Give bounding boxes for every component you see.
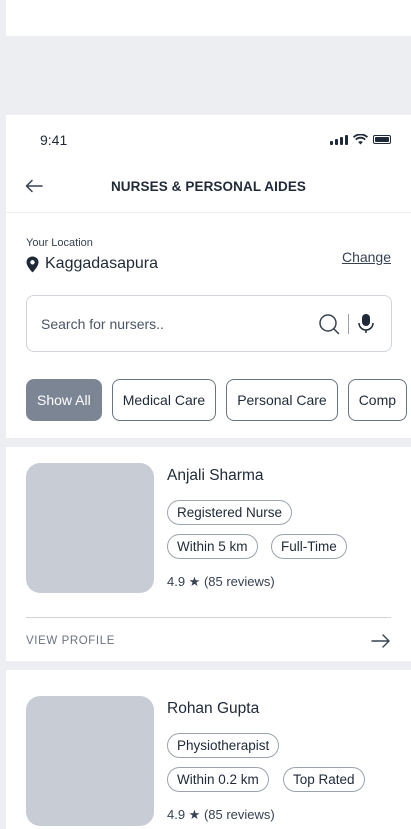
chip-companionship[interactable]: Comp	[347, 379, 408, 421]
chip-medical-care[interactable]: Medical Care	[111, 379, 217, 421]
arrow-right-icon[interactable]	[371, 633, 391, 649]
wifi-icon	[353, 134, 368, 145]
provider-tag: Physiotherapist	[167, 733, 280, 758]
provider-name: Anjali Sharma	[167, 467, 264, 484]
chip-personal-care[interactable]: Personal Care	[226, 379, 338, 421]
filter-chips: Show All Medical Care Personal Care Comp	[26, 379, 408, 421]
provider-card: Rohan Gupta Physiotherapist Within 0.2 k…	[6, 670, 411, 829]
battery-icon	[373, 135, 391, 144]
provider-photo	[26, 463, 154, 593]
location-label: Your Location	[26, 237, 93, 249]
provider-tag: Registered Nurse	[167, 500, 293, 525]
provider-rating: 4.9 ★ (85 reviews)	[167, 807, 275, 822]
provider-tag: Top Rated	[283, 767, 365, 792]
provider-tag: Full-Time	[271, 534, 347, 559]
status-icons	[330, 134, 391, 145]
change-location-link[interactable]: Change	[342, 249, 391, 265]
provider-photo	[26, 696, 154, 826]
section-divider	[6, 661, 411, 670]
section-divider	[6, 438, 411, 447]
search-icon[interactable]	[318, 313, 340, 335]
status-bar: 9:41	[6, 115, 411, 161]
search-input[interactable]	[41, 310, 291, 338]
search-divider	[348, 314, 349, 334]
provider-tag: Within 0.2 km	[167, 767, 269, 792]
provider-tag: Within 5 km	[167, 534, 258, 559]
location-row: Kaggadasapura	[26, 255, 158, 273]
phone-screen: 9:41 NURSES & PERSONAL AIDES Your Locati…	[6, 115, 411, 829]
top-white-area	[6, 0, 411, 36]
card-separator	[26, 617, 391, 618]
app-header: NURSES & PERSONAL AIDES	[6, 161, 411, 213]
view-profile-link[interactable]: VIEW PROFILE	[26, 635, 115, 647]
page-title: NURSES & PERSONAL AIDES	[110, 179, 307, 194]
provider-name: Rohan Gupta	[167, 700, 260, 717]
location-name: Kaggadasapura	[45, 255, 158, 272]
microphone-icon[interactable]	[356, 313, 376, 335]
search-box	[26, 295, 392, 352]
provider-card: Anjali Sharma Registered Nurse Within 5 …	[6, 447, 411, 661]
provider-rating: 4.9 ★ (85 reviews)	[167, 574, 275, 589]
chip-show-all[interactable]: Show All	[26, 379, 102, 421]
status-time: 9:41	[40, 132, 68, 148]
location-pin-icon	[26, 256, 39, 272]
top-gray-area	[6, 36, 411, 115]
signal-icon	[330, 134, 348, 145]
